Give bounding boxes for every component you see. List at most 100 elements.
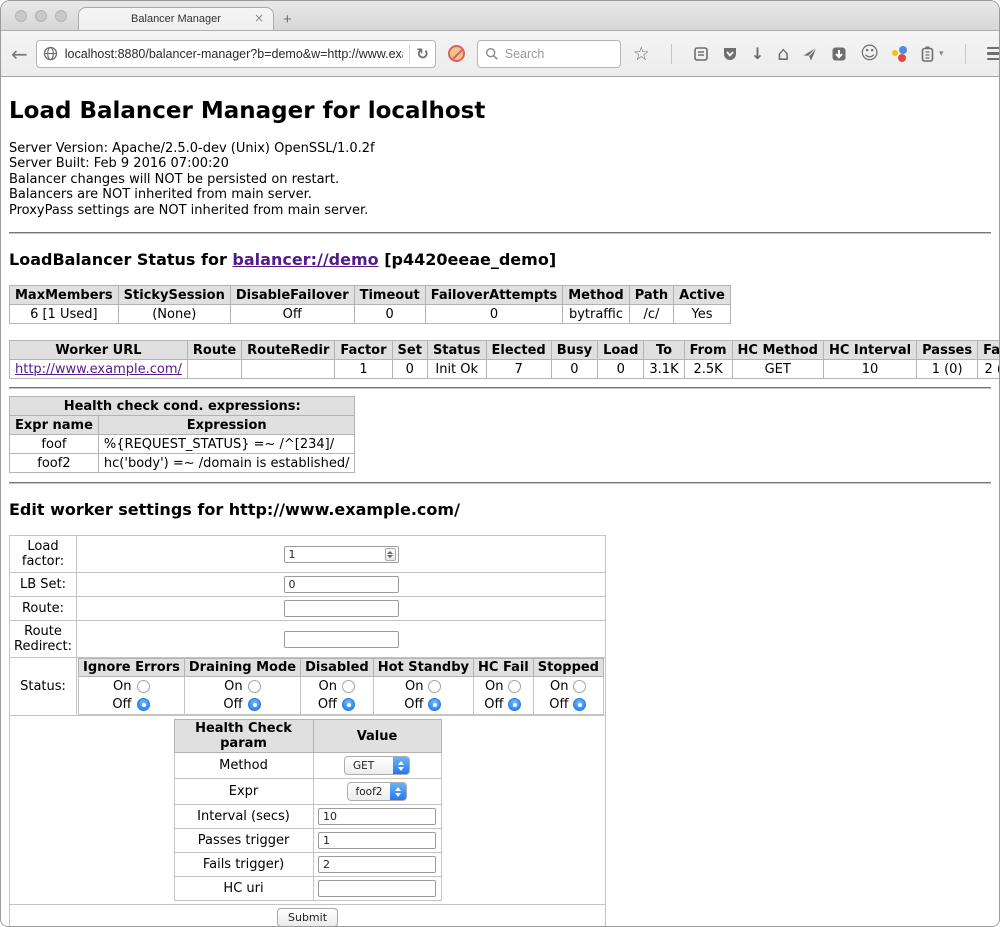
hc-fail-on-radio[interactable] bbox=[508, 680, 521, 693]
balancers-notice-line: Balancers are NOT inherited from main se… bbox=[9, 187, 991, 202]
table-row: 6 [1 Used] (None) Off 0 0 bytraffic /c/ … bbox=[10, 305, 731, 324]
ignore-errors-off-radio[interactable] bbox=[137, 698, 150, 711]
pocket-icon[interactable] bbox=[722, 46, 738, 62]
back-icon[interactable]: ← bbox=[11, 46, 28, 62]
title-bar: Balancer Manager × + bbox=[1, 1, 999, 31]
downloads-icon[interactable]: ↓ bbox=[751, 46, 764, 62]
tab-title: Balancer Manager bbox=[131, 13, 221, 25]
search-bar[interactable] bbox=[477, 40, 621, 68]
hot-standby-on-radio[interactable] bbox=[428, 680, 441, 693]
colordots-extension-icon[interactable] bbox=[892, 46, 908, 62]
hc-uri-row: HC uri bbox=[174, 877, 441, 901]
home-icon[interactable]: ⌂ bbox=[777, 46, 789, 62]
number-stepper[interactable] bbox=[385, 548, 396, 561]
bookmark-star-icon[interactable]: ☆ bbox=[633, 46, 650, 62]
minimize-window-button[interactable] bbox=[35, 10, 47, 22]
new-tab-button[interactable]: + bbox=[283, 11, 292, 28]
expr-row: Expr foof2 bbox=[174, 779, 441, 805]
menu-icon[interactable] bbox=[987, 47, 1000, 61]
hot-standby-off-radio[interactable] bbox=[428, 698, 441, 711]
col-path: Path bbox=[629, 286, 673, 305]
col-hc-param: Health Check param bbox=[174, 720, 313, 753]
stopped-off-radio[interactable] bbox=[573, 698, 586, 711]
worker-url-link[interactable]: http://www.example.com/ bbox=[15, 362, 182, 377]
server-version-line: Server Version: Apache/2.5.0-dev (Unix) … bbox=[9, 141, 991, 156]
lb-set-label: LB Set: bbox=[10, 573, 77, 597]
table-header-row: Ignore Errors Draining Mode Disabled Hot… bbox=[79, 659, 604, 677]
window-controls bbox=[15, 10, 67, 22]
table-header-row: Expr name Expression bbox=[10, 416, 355, 435]
col-active: Active bbox=[674, 286, 731, 305]
tab-balancer-manager[interactable]: Balancer Manager × bbox=[78, 7, 274, 30]
zoom-window-button[interactable] bbox=[55, 10, 67, 22]
method-select[interactable]: GET bbox=[344, 756, 410, 775]
route-redirect-input[interactable] bbox=[284, 631, 399, 648]
search-input[interactable] bbox=[505, 47, 613, 61]
stopped-on-radio[interactable] bbox=[573, 680, 586, 693]
col-hc-value: Value bbox=[313, 720, 441, 753]
table-header-row: MaxMembers StickySession DisableFailover… bbox=[10, 286, 731, 305]
status-row: Status: Ignore Errors Draining Mode Disa… bbox=[10, 658, 606, 716]
close-window-button[interactable] bbox=[15, 10, 27, 22]
col-maxmembers: MaxMembers bbox=[10, 286, 119, 305]
send-tab-icon[interactable] bbox=[802, 46, 818, 62]
health-check-expressions-table: Health check cond. expressions: Expr nam… bbox=[9, 396, 355, 473]
route-label: Route: bbox=[10, 597, 77, 621]
lb-set-row: LB Set: bbox=[10, 573, 606, 597]
draining-mode-on-radio[interactable] bbox=[248, 680, 261, 693]
disabled-off-radio[interactable] bbox=[342, 698, 355, 711]
balancer-demo-link[interactable]: balancer://demo bbox=[232, 250, 378, 269]
load-factor-row: Load factor: bbox=[10, 536, 606, 573]
passes-label: Passes trigger bbox=[174, 829, 313, 853]
col-stickysession: StickySession bbox=[118, 286, 230, 305]
radio-row: On Off On Off On Off bbox=[79, 677, 604, 715]
interval-input[interactable] bbox=[318, 808, 436, 825]
interval-label: Interval (secs) bbox=[174, 805, 313, 829]
passes-input[interactable] bbox=[318, 832, 436, 849]
hc-fail-off-radio[interactable] bbox=[508, 698, 521, 711]
table-header-row: Worker URL Route RouteRedir Factor Set S… bbox=[10, 341, 1000, 360]
select-stepper-icon bbox=[393, 756, 409, 775]
table-row: http://www.example.com/ 1 0 Init Ok 7 0 … bbox=[10, 360, 1000, 379]
url-input[interactable] bbox=[65, 47, 403, 61]
load-factor-input[interactable] bbox=[284, 546, 399, 563]
route-redirect-row: Route Redirect: bbox=[10, 621, 606, 658]
url-bar[interactable]: ↻ bbox=[36, 40, 436, 68]
extension-download-icon[interactable] bbox=[831, 46, 847, 62]
toolbar-separator bbox=[671, 44, 672, 64]
reading-list-icon[interactable] bbox=[693, 46, 709, 62]
draining-mode-off-radio[interactable] bbox=[248, 698, 261, 711]
route-input[interactable] bbox=[284, 600, 399, 617]
fails-row: Fails trigger) bbox=[174, 853, 441, 877]
toolbar-separator bbox=[965, 44, 966, 64]
reload-icon[interactable]: ↻ bbox=[416, 45, 429, 63]
disabled-on-radio[interactable] bbox=[342, 680, 355, 693]
route-redirect-label: Route Redirect: bbox=[10, 621, 77, 658]
hc-uri-input[interactable] bbox=[318, 880, 436, 897]
lb-set-input[interactable] bbox=[284, 576, 399, 593]
expr-select[interactable]: foof2 bbox=[347, 782, 408, 801]
content-blocker-icon[interactable] bbox=[448, 45, 465, 62]
col-method: Method bbox=[563, 286, 629, 305]
hc-uri-label: HC uri bbox=[174, 877, 313, 901]
ignore-errors-on-radio[interactable] bbox=[137, 680, 150, 693]
health-check-param-table: Health Check param Value Method GET bbox=[174, 719, 442, 901]
url-separator bbox=[409, 45, 410, 63]
overflow-caret-icon[interactable]: ▾ bbox=[939, 46, 944, 62]
table-row: foof %{REQUEST_STATUS} =~ /^[234]/ bbox=[10, 435, 355, 454]
route-row: Route: bbox=[10, 597, 606, 621]
edit-worker-form: Load factor: LB Set: Route: Route Redire… bbox=[9, 535, 606, 926]
col-failoverattempts: FailoverAttempts bbox=[425, 286, 563, 305]
col-disabled: Disabled bbox=[301, 659, 374, 677]
divider bbox=[9, 387, 991, 389]
load-factor-field[interactable] bbox=[284, 546, 399, 563]
submit-button[interactable]: Submit bbox=[277, 908, 338, 926]
worker-status-table: Worker URL Route RouteRedir Factor Set S… bbox=[9, 340, 999, 379]
battery-extension-icon[interactable] bbox=[921, 46, 934, 62]
col-stopped: Stopped bbox=[533, 659, 603, 677]
col-ignore-errors: Ignore Errors bbox=[79, 659, 185, 677]
feedback-smiley-icon[interactable]: ☺ bbox=[860, 46, 879, 62]
tab-close-icon[interactable]: × bbox=[254, 12, 264, 24]
globe-icon[interactable] bbox=[43, 46, 58, 61]
fails-input[interactable] bbox=[318, 856, 436, 873]
